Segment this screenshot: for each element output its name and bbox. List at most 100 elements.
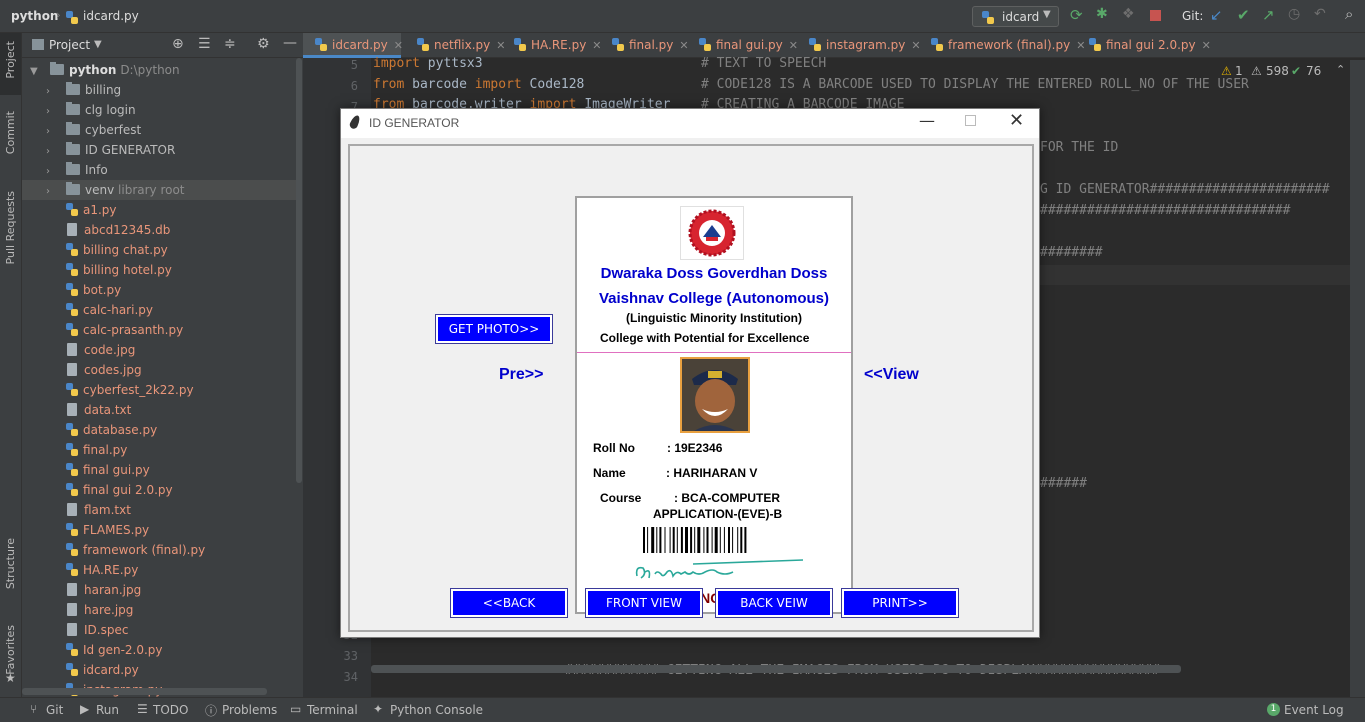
history-icon[interactable]: ◷ [1288, 6, 1300, 22]
hide-icon[interactable]: — [283, 35, 297, 51]
tree-file[interactable]: calc-prasanth.py [66, 320, 183, 340]
tree-scrollbar[interactable] [296, 58, 302, 483]
tree-file[interactable]: calc-hari.py [66, 300, 153, 320]
collapse-all-icon[interactable]: ≑ [224, 36, 236, 52]
tree-file[interactable]: bot.py [66, 280, 121, 300]
tree-horizontal-scrollbar[interactable] [22, 688, 267, 695]
close-tab-icon[interactable]: ✕ [789, 39, 798, 52]
tree-file[interactable]: billing chat.py [66, 240, 168, 260]
gear-icon[interactable]: ⚙ [257, 36, 270, 52]
tree-file[interactable]: code.jpg [66, 340, 135, 360]
git-update-icon[interactable]: ↙ [1210, 6, 1223, 24]
tree-file[interactable]: idcard.py [66, 660, 139, 680]
tree-folder[interactable]: › billing [46, 80, 121, 100]
back-view-button[interactable]: BACK VEIW [715, 588, 833, 618]
tool-window-commit[interactable]: Commit [4, 111, 17, 154]
stop-icon[interactable] [1150, 10, 1161, 21]
tree-file[interactable]: a1.py [66, 200, 117, 220]
tree-file[interactable]: haran.jpg [66, 580, 141, 600]
code-line-6[interactable]: from barcode import Code128 [373, 77, 584, 92]
tree-file[interactable]: data.txt [66, 400, 131, 420]
project-breadcrumb[interactable]: python [11, 9, 58, 23]
close-tab-icon[interactable]: ✕ [592, 39, 601, 52]
tree-item-label: cyberfest [85, 123, 142, 137]
close-tab-icon[interactable]: ✕ [394, 39, 403, 52]
editor-tab[interactable]: final gui.py ✕ [693, 33, 798, 58]
editor-tab[interactable]: final.py ✕ [606, 33, 689, 58]
tree-folder[interactable]: › venv library root [46, 180, 185, 200]
git-commit-icon[interactable]: ✔ [1237, 6, 1250, 24]
close-tab-icon[interactable]: ✕ [1202, 39, 1211, 52]
project-view-title[interactable]: Project [49, 38, 90, 52]
status-todo[interactable]: TODO [153, 703, 188, 717]
check-icon[interactable]: ✔ [1291, 64, 1301, 78]
barcode-bar [643, 527, 645, 553]
close-icon[interactable]: ✕ [1009, 110, 1024, 131]
expand-all-icon[interactable]: ☰ [198, 36, 211, 52]
tree-file[interactable]: flam.txt [66, 500, 131, 520]
maximize-icon[interactable] [965, 115, 976, 126]
search-icon[interactable]: ⌕ [1345, 5, 1353, 23]
tree-file[interactable]: Id gen-2.0.py [66, 640, 163, 660]
tree-file[interactable]: final gui.py [66, 460, 150, 480]
editor-tab[interactable]: netflix.py ✕ [411, 33, 505, 58]
status-run[interactable]: Run [96, 703, 119, 717]
status-problems[interactable]: Problems [222, 703, 277, 717]
tool-window-structure[interactable]: Structure [4, 538, 17, 589]
status-terminal[interactable]: Terminal [307, 703, 358, 717]
tree-file[interactable]: HA.RE.py [66, 560, 138, 580]
chevron-up-icon[interactable]: ⌃ [1336, 63, 1345, 76]
git-push-icon[interactable]: ↗ [1262, 6, 1275, 24]
warning-icon[interactable]: ⚠ [1221, 64, 1232, 78]
rollback-icon[interactable]: ↶ [1314, 6, 1326, 22]
tree-folder[interactable]: › Info [46, 160, 108, 180]
status-python-console[interactable]: Python Console [390, 703, 483, 717]
close-tab-icon[interactable]: ✕ [911, 39, 920, 52]
debug-icon[interactable]: ✱ [1096, 6, 1108, 22]
tree-file[interactable]: final gui 2.0.py [66, 480, 173, 500]
minimize-icon[interactable]: — [919, 111, 935, 130]
close-tab-icon[interactable]: ✕ [679, 39, 688, 52]
editor-tab[interactable]: HA.RE.py ✕ [508, 33, 602, 58]
event-log[interactable]: Event Log [1284, 703, 1344, 717]
window-title-bar[interactable]: ID GENERATOR — ✕ [341, 109, 1039, 138]
status-git[interactable]: Git [46, 703, 63, 717]
coverage-icon[interactable]: ❖ [1122, 6, 1135, 22]
tree-folder[interactable]: › ID GENERATOR [46, 140, 175, 160]
code-line-5[interactable]: import pyttsx3 [373, 56, 483, 71]
tool-window-favorites[interactable]: Favorites [4, 625, 17, 675]
tree-file[interactable]: codes.jpg [66, 360, 142, 380]
tool-window-project[interactable]: Project [4, 41, 17, 79]
tool-window-pull-requests[interactable]: Pull Requests [4, 191, 17, 264]
back-button[interactable]: <<BACK [450, 588, 568, 618]
tree-folder[interactable]: › cyberfest [46, 120, 141, 140]
tree-file[interactable]: ID.spec [66, 620, 128, 640]
tree-file[interactable]: billing hotel.py [66, 260, 172, 280]
view-label[interactable]: <<View [864, 366, 919, 384]
pre-label[interactable]: Pre>> [499, 366, 543, 384]
tree-file[interactable]: abcd12345.db [66, 220, 170, 240]
tree-file[interactable]: cyberfest_2k22.py [66, 380, 194, 400]
editor-tab[interactable]: instagram.py ✕ [803, 33, 921, 58]
tree-folder[interactable]: › clg login [46, 100, 136, 120]
weak-warning-icon[interactable]: ⚠ [1251, 64, 1262, 78]
tree-file[interactable]: database.py [66, 420, 157, 440]
tree-file[interactable]: framework (final).py [66, 540, 205, 560]
editor-tab[interactable]: idcard.py ✕ [309, 33, 403, 58]
front-view-button[interactable]: FRONT VIEW [585, 588, 703, 618]
editor-tab[interactable]: final gui 2.0.py ✕ [1083, 33, 1211, 58]
close-tab-icon[interactable]: ✕ [496, 39, 505, 52]
editor-tab[interactable]: framework (final).py ✕ [925, 33, 1085, 58]
tree-file[interactable]: hare.jpg [66, 600, 133, 620]
file-breadcrumb[interactable]: idcard.py [83, 9, 139, 23]
print-button[interactable]: PRINT>> [841, 588, 959, 618]
locate-icon[interactable]: ⊕ [172, 36, 184, 52]
tree-file[interactable]: final.py [66, 440, 127, 460]
tree-file[interactable]: FLAMES.py [66, 520, 149, 540]
run-config-select[interactable]: idcard ▼ [972, 6, 1059, 27]
chevron-down-icon[interactable]: ▼ [94, 39, 102, 50]
tree-root-python[interactable]: ▼ python D:\python [30, 60, 180, 80]
editor-horizontal-scrollbar[interactable] [371, 665, 1181, 673]
rerun-icon[interactable]: ⟳ [1070, 6, 1083, 24]
get-photo-button[interactable]: GET PHOTO>> [435, 314, 553, 344]
